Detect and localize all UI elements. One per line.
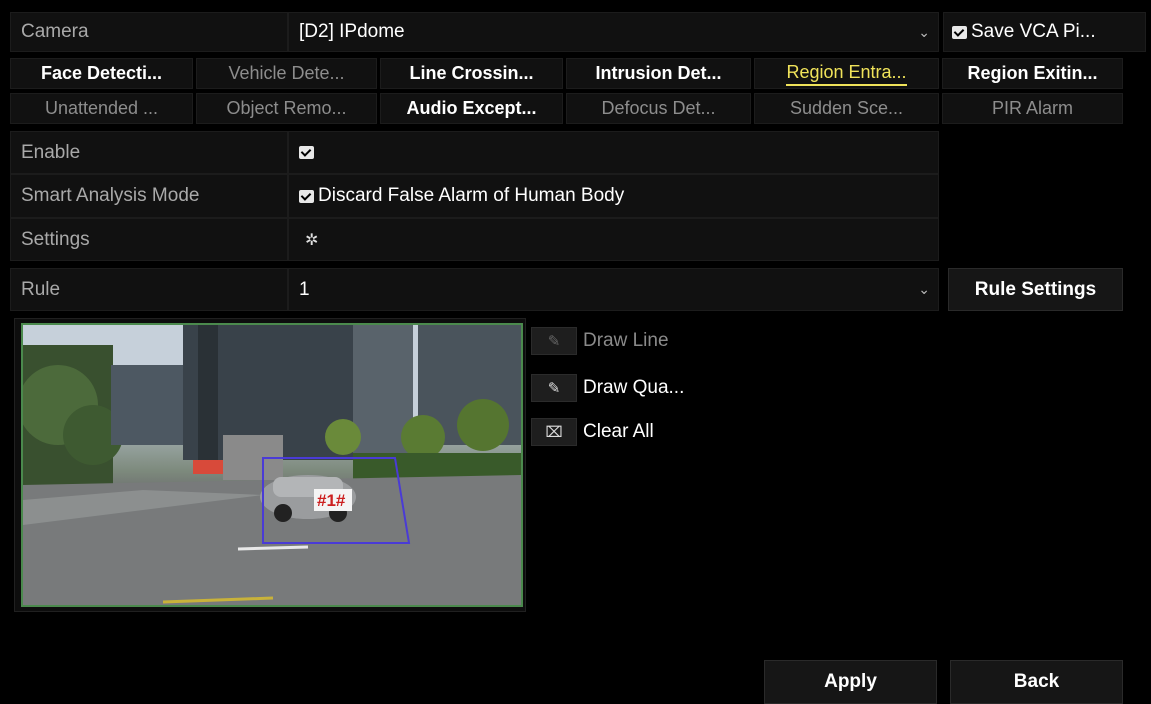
tab-label: Face Detecti... <box>40 63 163 83</box>
enable-checkbox[interactable] <box>299 146 314 159</box>
camera-select[interactable]: [D2] IPdome ⌄ <box>288 12 939 52</box>
tab-label: Intrusion Det... <box>595 63 722 83</box>
rule-select[interactable]: 1 ⌄ <box>288 268 939 311</box>
tab-label: Line Crossin... <box>409 63 534 83</box>
discard-false-alarm-label: Discard False Alarm of Human Body <box>318 185 625 206</box>
tab-r1-5[interactable]: Region Entra... <box>754 58 939 89</box>
tab-r2-1[interactable]: Unattended ... <box>10 93 193 124</box>
draw-quad-label: Draw Qua... <box>583 377 685 398</box>
tab-r1-2[interactable]: Vehicle Dete... <box>196 58 377 89</box>
clear-all-button[interactable]: ⌧ Clear All <box>531 418 654 446</box>
tab-label: Sudden Sce... <box>789 98 904 118</box>
tab-label: Unattended ... <box>44 98 159 118</box>
smart-analysis-field: Discard False Alarm of Human Body <box>288 174 939 218</box>
save-vca-checkbox[interactable]: Save VCA Pi... <box>943 12 1146 52</box>
draw-quadrilateral-button[interactable]: ✎ Draw Qua... <box>531 374 684 402</box>
tab-label: Audio Except... <box>406 98 537 118</box>
apply-button[interactable]: Apply <box>764 660 937 704</box>
save-vca-label: Save VCA Pi... <box>971 21 1096 42</box>
gear-icon[interactable]: ✲ <box>305 230 318 250</box>
tab-r2-3[interactable]: Audio Except... <box>380 93 563 124</box>
discard-false-alarm-checkbox[interactable] <box>299 189 314 203</box>
settings-label: Settings <box>10 218 288 261</box>
chevron-down-icon: ⌄ <box>918 281 930 297</box>
pencil-icon: ✎ <box>531 327 577 355</box>
tab-r2-5[interactable]: Sudden Sce... <box>754 93 939 124</box>
tab-r1-6[interactable]: Region Exitin... <box>942 58 1123 89</box>
camera-preview[interactable]: #1# <box>14 318 526 612</box>
tab-label: PIR Alarm <box>991 98 1074 118</box>
tab-label: Object Remo... <box>226 98 347 118</box>
scene-drawing: #1# <box>23 325 521 605</box>
tab-r1-4[interactable]: Intrusion Det... <box>566 58 751 89</box>
tab-label: Vehicle Dete... <box>228 63 345 83</box>
chevron-down-icon: ⌄ <box>918 23 930 40</box>
rule-label: Rule <box>10 268 288 311</box>
tab-r2-4[interactable]: Defocus Det... <box>566 93 751 124</box>
rule-settings-button[interactable]: Rule Settings <box>948 268 1123 311</box>
tab-r1-3[interactable]: Line Crossin... <box>380 58 563 89</box>
settings-field: ✲ <box>288 218 939 261</box>
region-label: #1# <box>317 491 346 510</box>
rule-value: 1 <box>299 278 310 300</box>
smart-analysis-label: Smart Analysis Mode <box>10 174 288 218</box>
tab-r1-1[interactable]: Face Detecti... <box>10 58 193 89</box>
clear-icon: ⌧ <box>531 418 577 446</box>
tab-label: Region Entra... <box>786 62 907 86</box>
preview-image[interactable]: #1# <box>21 323 523 607</box>
tab-label: Defocus Det... <box>601 98 716 118</box>
enable-label: Enable <box>10 131 288 174</box>
draw-line-label: Draw Line <box>583 330 669 351</box>
clear-all-label: Clear All <box>583 421 654 442</box>
checkbox-checked-icon <box>952 25 967 39</box>
draw-line-button[interactable]: ✎ Draw Line <box>531 327 669 355</box>
back-button[interactable]: Back <box>950 660 1123 704</box>
tab-r2-6[interactable]: PIR Alarm <box>942 93 1123 124</box>
edit-icon: ✎ <box>531 374 577 402</box>
enable-field <box>288 131 939 174</box>
tab-label: Region Exitin... <box>967 63 1098 83</box>
camera-value: [D2] IPdome <box>299 21 405 42</box>
tab-r2-2[interactable]: Object Remo... <box>196 93 377 124</box>
camera-label: Camera <box>10 12 288 52</box>
